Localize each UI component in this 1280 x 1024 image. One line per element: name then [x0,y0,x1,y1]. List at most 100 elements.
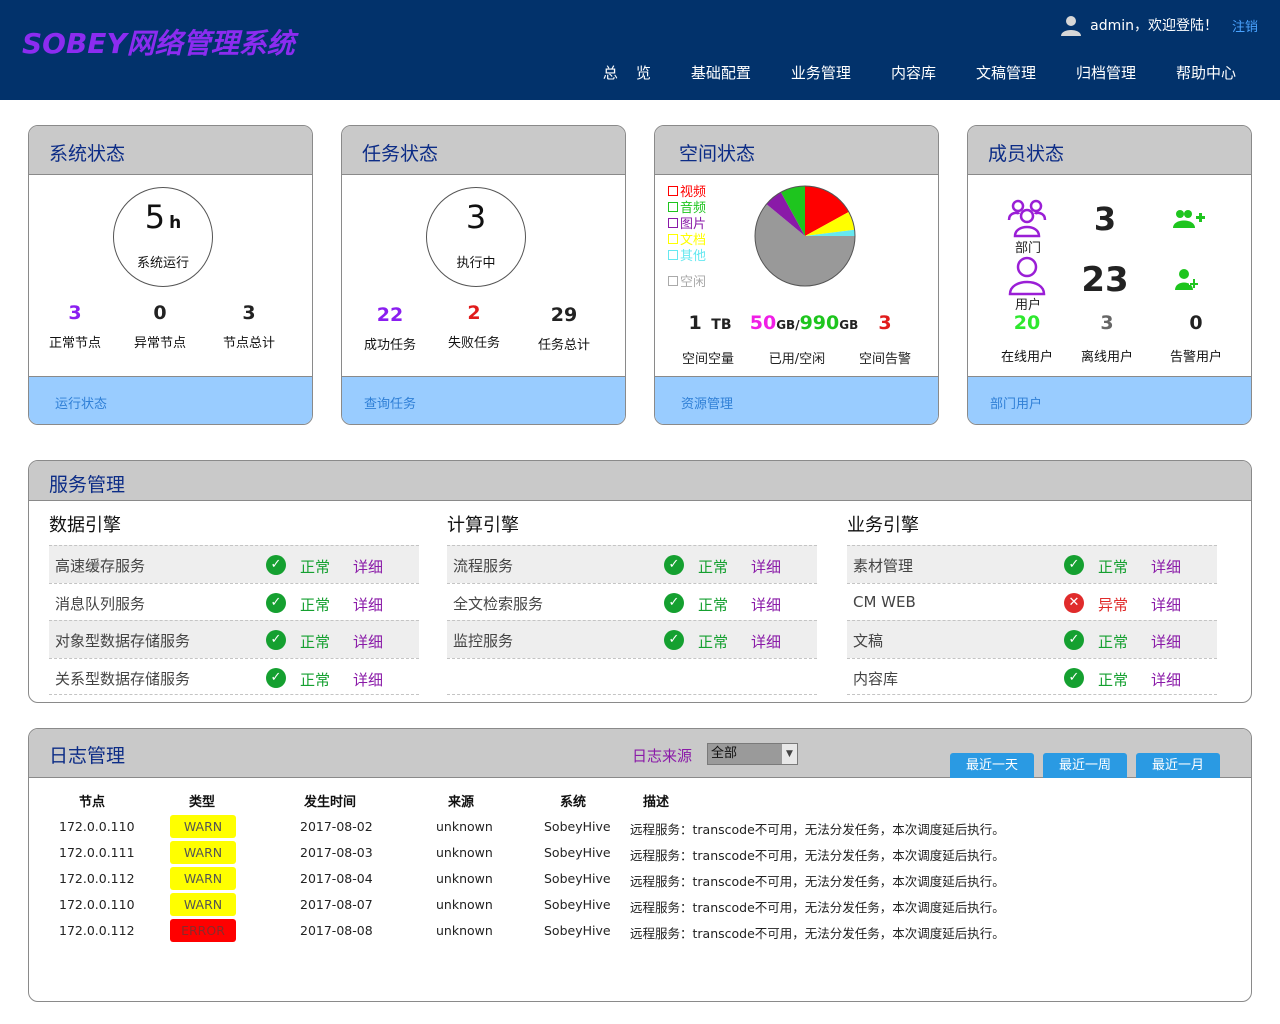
stat-abnormal-nodes: 0 异常节点 [115,302,205,351]
service-row: 流程服务 ✓ 正常 详细 [447,545,817,583]
service-row: 文稿 ✓ 正常 详细 [847,620,1217,658]
detail-link[interactable]: 详细 [353,669,383,690]
detail-link[interactable]: 详细 [1151,631,1181,652]
user-add-icon[interactable] [1175,268,1199,292]
log-type-badge: WARN [170,893,236,916]
resource-mgmt-link[interactable]: 资源管理 [681,393,733,412]
user-label: 用户 [1014,298,1041,313]
uptime-unit: h [169,213,182,233]
col-header-system: 系统 [560,795,587,810]
log-source: unknown [436,845,493,860]
service-name: 对象型数据存储服务 [55,632,191,650]
detail-link[interactable]: 详细 [1151,669,1181,690]
detail-link[interactable]: 详细 [751,631,781,652]
detail-link[interactable]: 详细 [751,594,781,615]
detail-link[interactable]: 详细 [1151,556,1181,577]
stat-success-tasks: 22 成功任务 [345,304,435,353]
stat-value: 3 [242,302,256,324]
nav-help[interactable]: 帮助中心 [1176,62,1236,83]
service-name: 高速缓存服务 [55,557,146,575]
legend-audio: 音频 [668,201,706,217]
user-box: admin，欢迎登陆！ 注销 [1060,12,1258,38]
column-title: 计算引擎 [447,515,519,536]
log-source-select[interactable]: 全部 ▼ [707,743,798,765]
log-system: SobeyHive [544,923,611,938]
service-name: 消息队列服务 [55,594,146,613]
stat-value: 0 [153,302,167,324]
log-time: 2017-08-08 [300,923,373,938]
nav-content-library[interactable]: 内容库 [891,62,936,83]
service-name: 关系型数据存储服务 [55,669,191,688]
dept-users-link[interactable]: 部门用户 [990,393,1042,412]
check-circle-icon: ✓ [664,555,684,575]
run-status-link[interactable]: 运行状态 [55,393,107,412]
nav-business[interactable]: 业务管理 [791,62,851,83]
log-system: SobeyHive [544,897,611,912]
check-circle-icon: ✓ [664,592,684,613]
stat-label: 正常节点 [48,336,101,351]
department-count: 3 [1093,200,1117,238]
service-status: 正常 [698,633,729,651]
nav-overview[interactable]: 总览 [603,62,669,83]
column-title: 业务引擎 [847,515,919,536]
detail-link[interactable]: 详细 [751,556,781,577]
last-week-button[interactable]: 最近一周 [1043,753,1127,778]
nav-basic-config[interactable]: 基础配置 [691,62,751,83]
service-status: 正常 [300,595,331,614]
check-circle-icon: ✓ [1064,667,1084,688]
stat-label: 成功任务 [363,338,416,353]
last-month-button[interactable]: 最近一月 [1136,753,1220,778]
service-status: 正常 [698,595,729,614]
service-status: 正常 [300,558,331,576]
log-row: 172.0.0.110 WARN 2017-08-02 unknown Sobe… [29,815,1251,841]
empty-row [447,657,817,695]
service-row: 内容库 ✓ 正常 详细 [847,657,1217,695]
nav-manuscripts[interactable]: 文稿管理 [976,62,1036,83]
group-add-icon[interactable] [1173,208,1205,232]
stat-alarm-users: 0 告警用户 [1151,312,1241,365]
detail-link[interactable]: 详细 [1151,594,1181,615]
services-panel: 服务管理 数据引擎 高速缓存服务 ✓ 正常 详细 消息队列服务 ✓ 正常 详细 … [28,460,1252,703]
service-name: CM WEB [853,592,916,611]
compute-engine-column: 计算引擎 流程服务 ✓ 正常 详细 全文检索服务 ✓ 正常 详细 监控服务 ✓ … [447,511,817,695]
legend-image: 图片 [668,217,706,233]
space-used-value: 50 [749,312,777,334]
stat-failed-tasks: 2 失败任务 [429,302,519,351]
detail-link[interactable]: 详细 [353,556,383,577]
system-status-panel: 系统状态 5h 系统运行 3 正常节点 0 异常节点 3 节点总计 运行状态 [28,125,313,425]
log-time: 2017-08-04 [300,871,373,886]
nav-archive[interactable]: 归档管理 [1076,62,1136,83]
stat-value: 0 [1189,312,1203,334]
log-source: unknown [436,871,493,886]
log-source-value: 全部 [711,746,738,761]
service-status: 正常 [698,558,729,576]
check-circle-icon: ✓ [266,592,286,613]
chevron-down-icon: ▼ [781,744,797,764]
stat-label: 离线用户 [1080,350,1133,365]
task-status-panel: 任务状态 3 执行中 22 成功任务 2 失败任务 29 任务总计 查询任务 [341,125,626,425]
query-tasks-link[interactable]: 查询任务 [364,393,416,412]
service-name: 文稿 [853,632,884,650]
detail-link[interactable]: 详细 [353,594,383,615]
detail-link[interactable]: 详细 [353,631,383,652]
log-desc: 远程服务：transcode不可用，无法分发任务，本次调度延后执行。 [630,926,1005,941]
space-used-free: 50GB/990GB [749,312,859,334]
uptime-label: 系统运行 [136,256,189,271]
space-total-unit: TB [711,317,732,333]
log-node: 172.0.0.111 [59,845,135,860]
stat-value: 22 [376,304,404,326]
member-status-panel: 成员状态 部门 3 用户 23 20 在线用户 3 离线用户 0 告警用户 部门… [967,125,1252,425]
service-status: 正常 [1098,558,1129,576]
logout-link[interactable]: 注销 [1232,16,1258,35]
department-icon [1007,199,1047,238]
service-row: 对象型数据存储服务 ✓ 正常 详细 [49,620,419,658]
log-source: unknown [436,923,493,938]
log-desc: 远程服务：transcode不可用，无法分发任务，本次调度延后执行。 [630,874,1005,889]
running-value: 3 [465,198,487,236]
panel-title: 成员状态 [988,143,1065,165]
last-day-button[interactable]: 最近一天 [950,753,1034,778]
legend-doc: 文档 [668,233,706,249]
stat-value: 29 [550,304,578,326]
main-nav: 总览 基础配置 业务管理 内容库 文稿管理 归档管理 帮助中心 [563,62,1236,83]
col-header-desc: 描述 [643,795,670,810]
